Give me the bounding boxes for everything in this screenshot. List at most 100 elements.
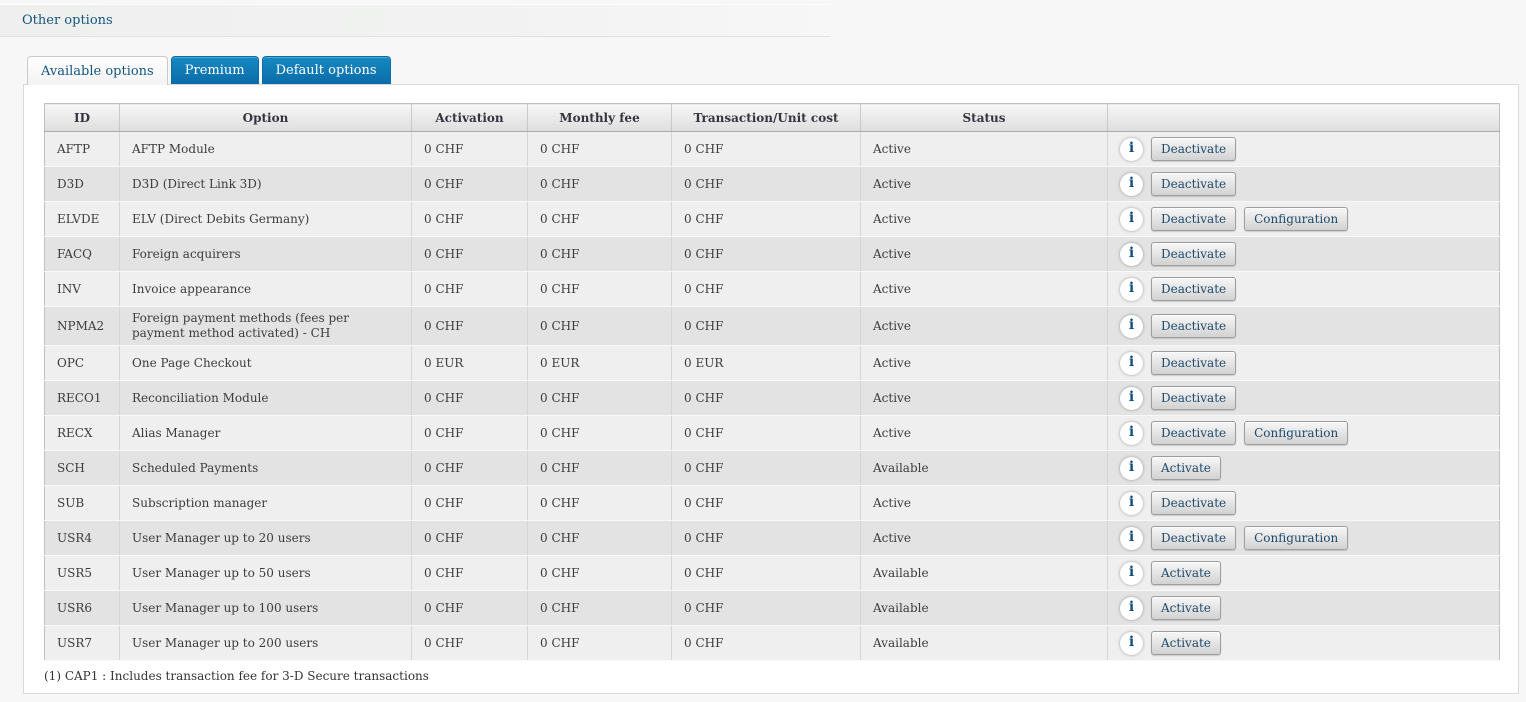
primary-action-button[interactable]: Deactivate xyxy=(1151,491,1236,515)
cell-id: USR6 xyxy=(45,591,120,626)
table-row: RECX Alias Manager 0 CHF 0 CHF 0 CHF Act… xyxy=(45,416,1500,451)
cell-option: Reconciliation Module xyxy=(120,381,412,416)
cell-option: User Manager up to 20 users xyxy=(120,521,412,556)
info-icon[interactable]: i xyxy=(1120,597,1143,620)
cell-transaction-cost: 0 CHF xyxy=(672,486,861,521)
cell-option: Scheduled Payments xyxy=(120,451,412,486)
info-icon[interactable]: i xyxy=(1120,138,1143,161)
cell-activation: 0 CHF xyxy=(412,167,528,202)
tab-label: Default options xyxy=(276,63,377,78)
primary-action-button[interactable]: Deactivate xyxy=(1151,172,1236,196)
page-title: Other options xyxy=(22,13,113,28)
column-header-id: ID xyxy=(45,104,120,132)
primary-action-button[interactable]: Deactivate xyxy=(1151,242,1236,266)
table-row: AFTP AFTP Module 0 CHF 0 CHF 0 CHF Activ… xyxy=(45,132,1500,167)
primary-action-button[interactable]: Deactivate xyxy=(1151,314,1236,338)
cell-option: Invoice appearance xyxy=(120,272,412,307)
table-row: FACQ Foreign acquirers 0 CHF 0 CHF 0 CHF… xyxy=(45,237,1500,272)
info-icon[interactable]: i xyxy=(1120,208,1143,231)
cell-monthly-fee: 0 CHF xyxy=(528,486,672,521)
cell-id: SUB xyxy=(45,486,120,521)
cell-monthly-fee: 0 CHF xyxy=(528,132,672,167)
cell-monthly-fee: 0 CHF xyxy=(528,521,672,556)
cell-monthly-fee: 0 EUR xyxy=(528,346,672,381)
cell-monthly-fee: 0 CHF xyxy=(528,202,672,237)
table-row: USR4 User Manager up to 20 users 0 CHF 0… xyxy=(45,521,1500,556)
cell-option: Foreign acquirers xyxy=(120,237,412,272)
column-header-transaction-cost: Transaction/Unit cost xyxy=(672,104,861,132)
primary-action-button[interactable]: Activate xyxy=(1151,631,1221,655)
cell-activation: 0 CHF xyxy=(412,132,528,167)
primary-action-button[interactable]: Activate xyxy=(1151,596,1221,620)
options-table: ID Option Activation Monthly fee Transac… xyxy=(44,103,1500,661)
primary-action-button[interactable]: Deactivate xyxy=(1151,386,1236,410)
cell-actions: i Deactivate Configuration xyxy=(1108,416,1500,451)
primary-action-button[interactable]: Deactivate xyxy=(1151,207,1236,231)
info-icon[interactable]: i xyxy=(1120,243,1143,266)
primary-action-button[interactable]: Deactivate xyxy=(1151,526,1236,550)
cell-option: ELV (Direct Debits Germany) xyxy=(120,202,412,237)
primary-action-button[interactable]: Activate xyxy=(1151,456,1221,480)
info-icon[interactable]: i xyxy=(1120,632,1143,655)
cell-activation: 0 CHF xyxy=(412,272,528,307)
actions-group: i Deactivate xyxy=(1120,386,1487,410)
configuration-button[interactable]: Configuration xyxy=(1244,526,1348,550)
cell-activation: 0 CHF xyxy=(412,626,528,661)
actions-group: i Deactivate Configuration xyxy=(1120,526,1487,550)
info-icon[interactable]: i xyxy=(1120,527,1143,550)
cell-activation: 0 EUR xyxy=(412,346,528,381)
cell-actions: i Deactivate xyxy=(1108,167,1500,202)
cell-id: USR5 xyxy=(45,556,120,591)
table-row: RECO1 Reconciliation Module 0 CHF 0 CHF … xyxy=(45,381,1500,416)
primary-action-button[interactable]: Deactivate xyxy=(1151,351,1236,375)
tab-premium[interactable]: Premium xyxy=(171,56,259,84)
cell-id: FACQ xyxy=(45,237,120,272)
actions-group: i Deactivate xyxy=(1120,314,1487,338)
info-icon[interactable]: i xyxy=(1120,315,1143,338)
cell-transaction-cost: 0 CHF xyxy=(672,237,861,272)
cell-monthly-fee: 0 CHF xyxy=(528,272,672,307)
info-icon[interactable]: i xyxy=(1120,457,1143,480)
cell-id: OPC xyxy=(45,346,120,381)
info-icon[interactable]: i xyxy=(1120,387,1143,410)
tab-content-panel: ID Option Activation Monthly fee Transac… xyxy=(23,84,1519,694)
cell-id: NPMA2 xyxy=(45,307,120,346)
configuration-button[interactable]: Configuration xyxy=(1244,207,1348,231)
cell-option: Foreign payment methods (fees per paymen… xyxy=(120,307,412,346)
tab-available-options[interactable]: Available options xyxy=(27,56,168,85)
table-row: OPC One Page Checkout 0 EUR 0 EUR 0 EUR … xyxy=(45,346,1500,381)
cell-status: Available xyxy=(861,626,1108,661)
primary-action-button[interactable]: Deactivate xyxy=(1151,137,1236,161)
tab-bar: Available options Premium Default option… xyxy=(27,56,391,84)
cell-activation: 0 CHF xyxy=(412,591,528,626)
cell-status: Active xyxy=(861,521,1108,556)
cell-transaction-cost: 0 CHF xyxy=(672,556,861,591)
cell-transaction-cost: 0 EUR xyxy=(672,346,861,381)
cell-id: AFTP xyxy=(45,132,120,167)
primary-action-button[interactable]: Activate xyxy=(1151,561,1221,585)
cell-monthly-fee: 0 CHF xyxy=(528,381,672,416)
info-icon[interactable]: i xyxy=(1120,492,1143,515)
primary-action-button[interactable]: Deactivate xyxy=(1151,421,1236,445)
actions-group: i Deactivate xyxy=(1120,242,1487,266)
primary-action-button[interactable]: Deactivate xyxy=(1151,277,1236,301)
cell-transaction-cost: 0 CHF xyxy=(672,202,861,237)
cell-status: Active xyxy=(861,486,1108,521)
cell-status: Active xyxy=(861,167,1108,202)
configuration-button[interactable]: Configuration xyxy=(1244,421,1348,445)
table-row: USR5 User Manager up to 50 users 0 CHF 0… xyxy=(45,556,1500,591)
column-header-actions xyxy=(1108,104,1500,132)
info-icon[interactable]: i xyxy=(1120,562,1143,585)
info-icon[interactable]: i xyxy=(1120,422,1143,445)
cell-option: Alias Manager xyxy=(120,416,412,451)
info-icon[interactable]: i xyxy=(1120,352,1143,375)
info-icon[interactable]: i xyxy=(1120,278,1143,301)
cell-option: User Manager up to 50 users xyxy=(120,556,412,591)
cell-activation: 0 CHF xyxy=(412,307,528,346)
cell-monthly-fee: 0 CHF xyxy=(528,416,672,451)
info-icon[interactable]: i xyxy=(1120,173,1143,196)
cell-actions: i Activate xyxy=(1108,591,1500,626)
table-row: SUB Subscription manager 0 CHF 0 CHF 0 C… xyxy=(45,486,1500,521)
tab-default-options[interactable]: Default options xyxy=(262,56,391,84)
actions-group: i Deactivate xyxy=(1120,351,1487,375)
